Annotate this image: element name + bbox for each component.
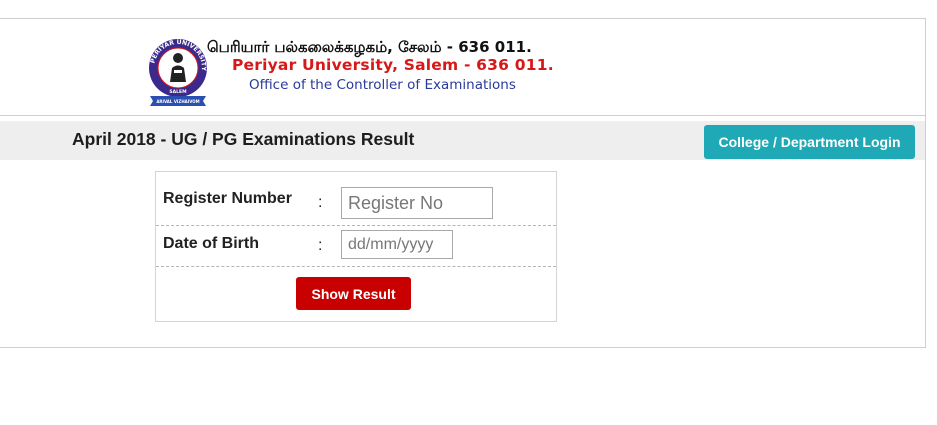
controller-office-text: Office of the Controller of Examinations [249, 77, 516, 93]
date-of-birth-label: Date of Birth [163, 235, 259, 252]
submit-row: Show Result [156, 267, 556, 321]
register-number-row: Register Number : [156, 172, 556, 226]
page-title: April 2018 - UG / PG Examinations Result [72, 129, 415, 149]
register-number-colon: : [318, 194, 323, 211]
result-lookup-form: Register Number : Date of Birth : Show R… [155, 171, 557, 322]
register-number-input[interactable] [341, 187, 493, 219]
date-of-birth-input[interactable] [341, 230, 453, 259]
college-department-login-button[interactable]: College / Department Login [704, 125, 915, 159]
register-number-label: Register Number [163, 190, 292, 207]
university-name-tamil: பெரியார் பல்கலைக்கழகம், சேலம் - 636 011. [207, 38, 532, 56]
university-seal-icon: PERIYAR UNIVERSITY SALEM ARIVAL VIZHAIVO… [149, 39, 207, 106]
date-of-birth-row: Date of Birth : [156, 226, 556, 267]
logo-ribbon-text: ARIVAL VIZHAIVOM [156, 99, 199, 104]
show-result-button[interactable]: Show Result [296, 277, 411, 310]
result-page-frame: PERIYAR UNIVERSITY SALEM ARIVAL VIZHAIVO… [0, 18, 926, 348]
logo-bottom-text: SALEM [169, 89, 187, 95]
date-of-birth-colon: : [318, 237, 323, 254]
university-header: PERIYAR UNIVERSITY SALEM ARIVAL VIZHAIVO… [0, 19, 925, 116]
university-name-english: Periyar University, Salem - 636 011. [232, 56, 554, 74]
